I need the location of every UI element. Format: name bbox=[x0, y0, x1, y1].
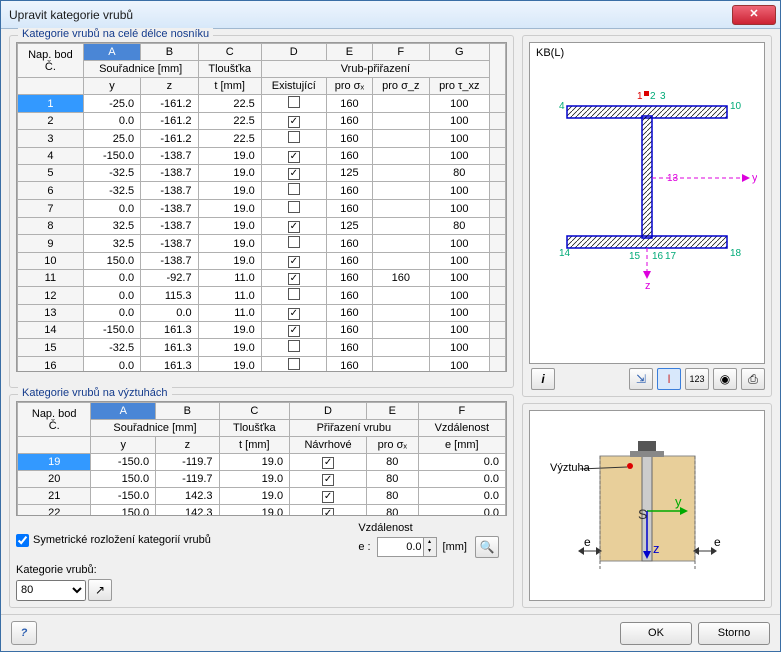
close-button[interactable]: ✕ bbox=[732, 5, 776, 25]
svg-text:e: e bbox=[584, 535, 591, 549]
ibeam-diagram: 1 2 3 4 10 13 y 14 15 16 17 bbox=[537, 61, 757, 291]
svg-text:18: 18 bbox=[730, 248, 742, 259]
table1[interactable]: Nap. bodČ.ABCDEFGSouřadnice [mm]Tloušťka… bbox=[17, 43, 506, 372]
table2-scroll[interactable]: Nap. bodČ.ABCDEFSouřadnice [mm]TloušťkaP… bbox=[16, 401, 507, 516]
svg-text:3: 3 bbox=[660, 91, 666, 102]
svg-text:10: 10 bbox=[730, 101, 742, 112]
stiffener-preview: e e y z S Výztuha bbox=[529, 410, 765, 601]
svg-text:16: 16 bbox=[652, 251, 664, 262]
view-button[interactable]: ◉ bbox=[713, 368, 737, 390]
print-button[interactable]: ⎙ bbox=[741, 368, 765, 390]
table2[interactable]: Nap. bodČ.ABCDEFSouřadnice [mm]TloušťkaP… bbox=[17, 402, 506, 516]
table1-scroll[interactable]: Nap. bodČ.ABCDEFGSouřadnice [mm]Tloušťka… bbox=[16, 42, 507, 372]
svg-text:17: 17 bbox=[665, 251, 677, 262]
axes-button[interactable]: ⇲ bbox=[629, 368, 653, 390]
section-button[interactable]: I bbox=[657, 368, 681, 390]
preview-panel: KB(L) 1 2 3 4 10 13 bbox=[522, 35, 772, 397]
panel-stiffener-notches: Kategorie vrubů na výztuhách Nap. bodČ.A… bbox=[9, 394, 514, 608]
stiffener-diagram: e e y z S Výztuha bbox=[530, 411, 770, 591]
svg-text:S: S bbox=[638, 506, 647, 522]
svg-text:e: e bbox=[714, 535, 721, 549]
symmetric-checkbox[interactable]: Symetrické rozložení kategorií vrubů bbox=[16, 534, 211, 547]
cancel-button[interactable]: Storno bbox=[698, 622, 770, 645]
svg-text:4: 4 bbox=[559, 101, 565, 112]
panel2-title: Kategorie vrubů na výztuhách bbox=[18, 387, 172, 399]
distance-input[interactable]: 0.0 bbox=[377, 537, 437, 557]
stiffener-diagram-panel: e e y z S Výztuha bbox=[522, 403, 772, 608]
values-button[interactable]: 123 bbox=[685, 368, 709, 390]
svg-text:14: 14 bbox=[559, 248, 571, 259]
category-label: Kategorie vrubů: bbox=[16, 564, 97, 576]
svg-text:z: z bbox=[645, 280, 651, 291]
help-button[interactable]: ? bbox=[11, 621, 37, 645]
distance-pick-button[interactable]: 🔍 bbox=[475, 536, 499, 558]
category-select[interactable]: 80 bbox=[16, 580, 86, 601]
svg-text:y: y bbox=[675, 494, 682, 509]
svg-text:2: 2 bbox=[650, 91, 656, 102]
svg-text:y: y bbox=[752, 172, 757, 184]
svg-text:Výztuha: Výztuha bbox=[550, 462, 591, 474]
svg-text:1: 1 bbox=[637, 91, 643, 102]
info-button[interactable]: i bbox=[531, 368, 555, 390]
ok-button[interactable]: OK bbox=[620, 622, 692, 645]
svg-text:15: 15 bbox=[629, 251, 641, 262]
svg-text:z: z bbox=[653, 541, 660, 556]
section-preview: KB(L) 1 2 3 4 10 13 bbox=[529, 42, 765, 364]
category-pick-button[interactable]: ↗ bbox=[88, 579, 112, 601]
panel-beam-notches: Kategorie vrubů na celé délce nosníku Na… bbox=[9, 35, 514, 388]
titlebar: Upravit kategorie vrubů ✕ bbox=[1, 1, 780, 29]
panel1-title: Kategorie vrubů na celé délce nosníku bbox=[18, 28, 213, 40]
window-title: Upravit kategorie vrubů bbox=[9, 8, 732, 22]
distance-label: Vzdálenost bbox=[358, 522, 412, 534]
